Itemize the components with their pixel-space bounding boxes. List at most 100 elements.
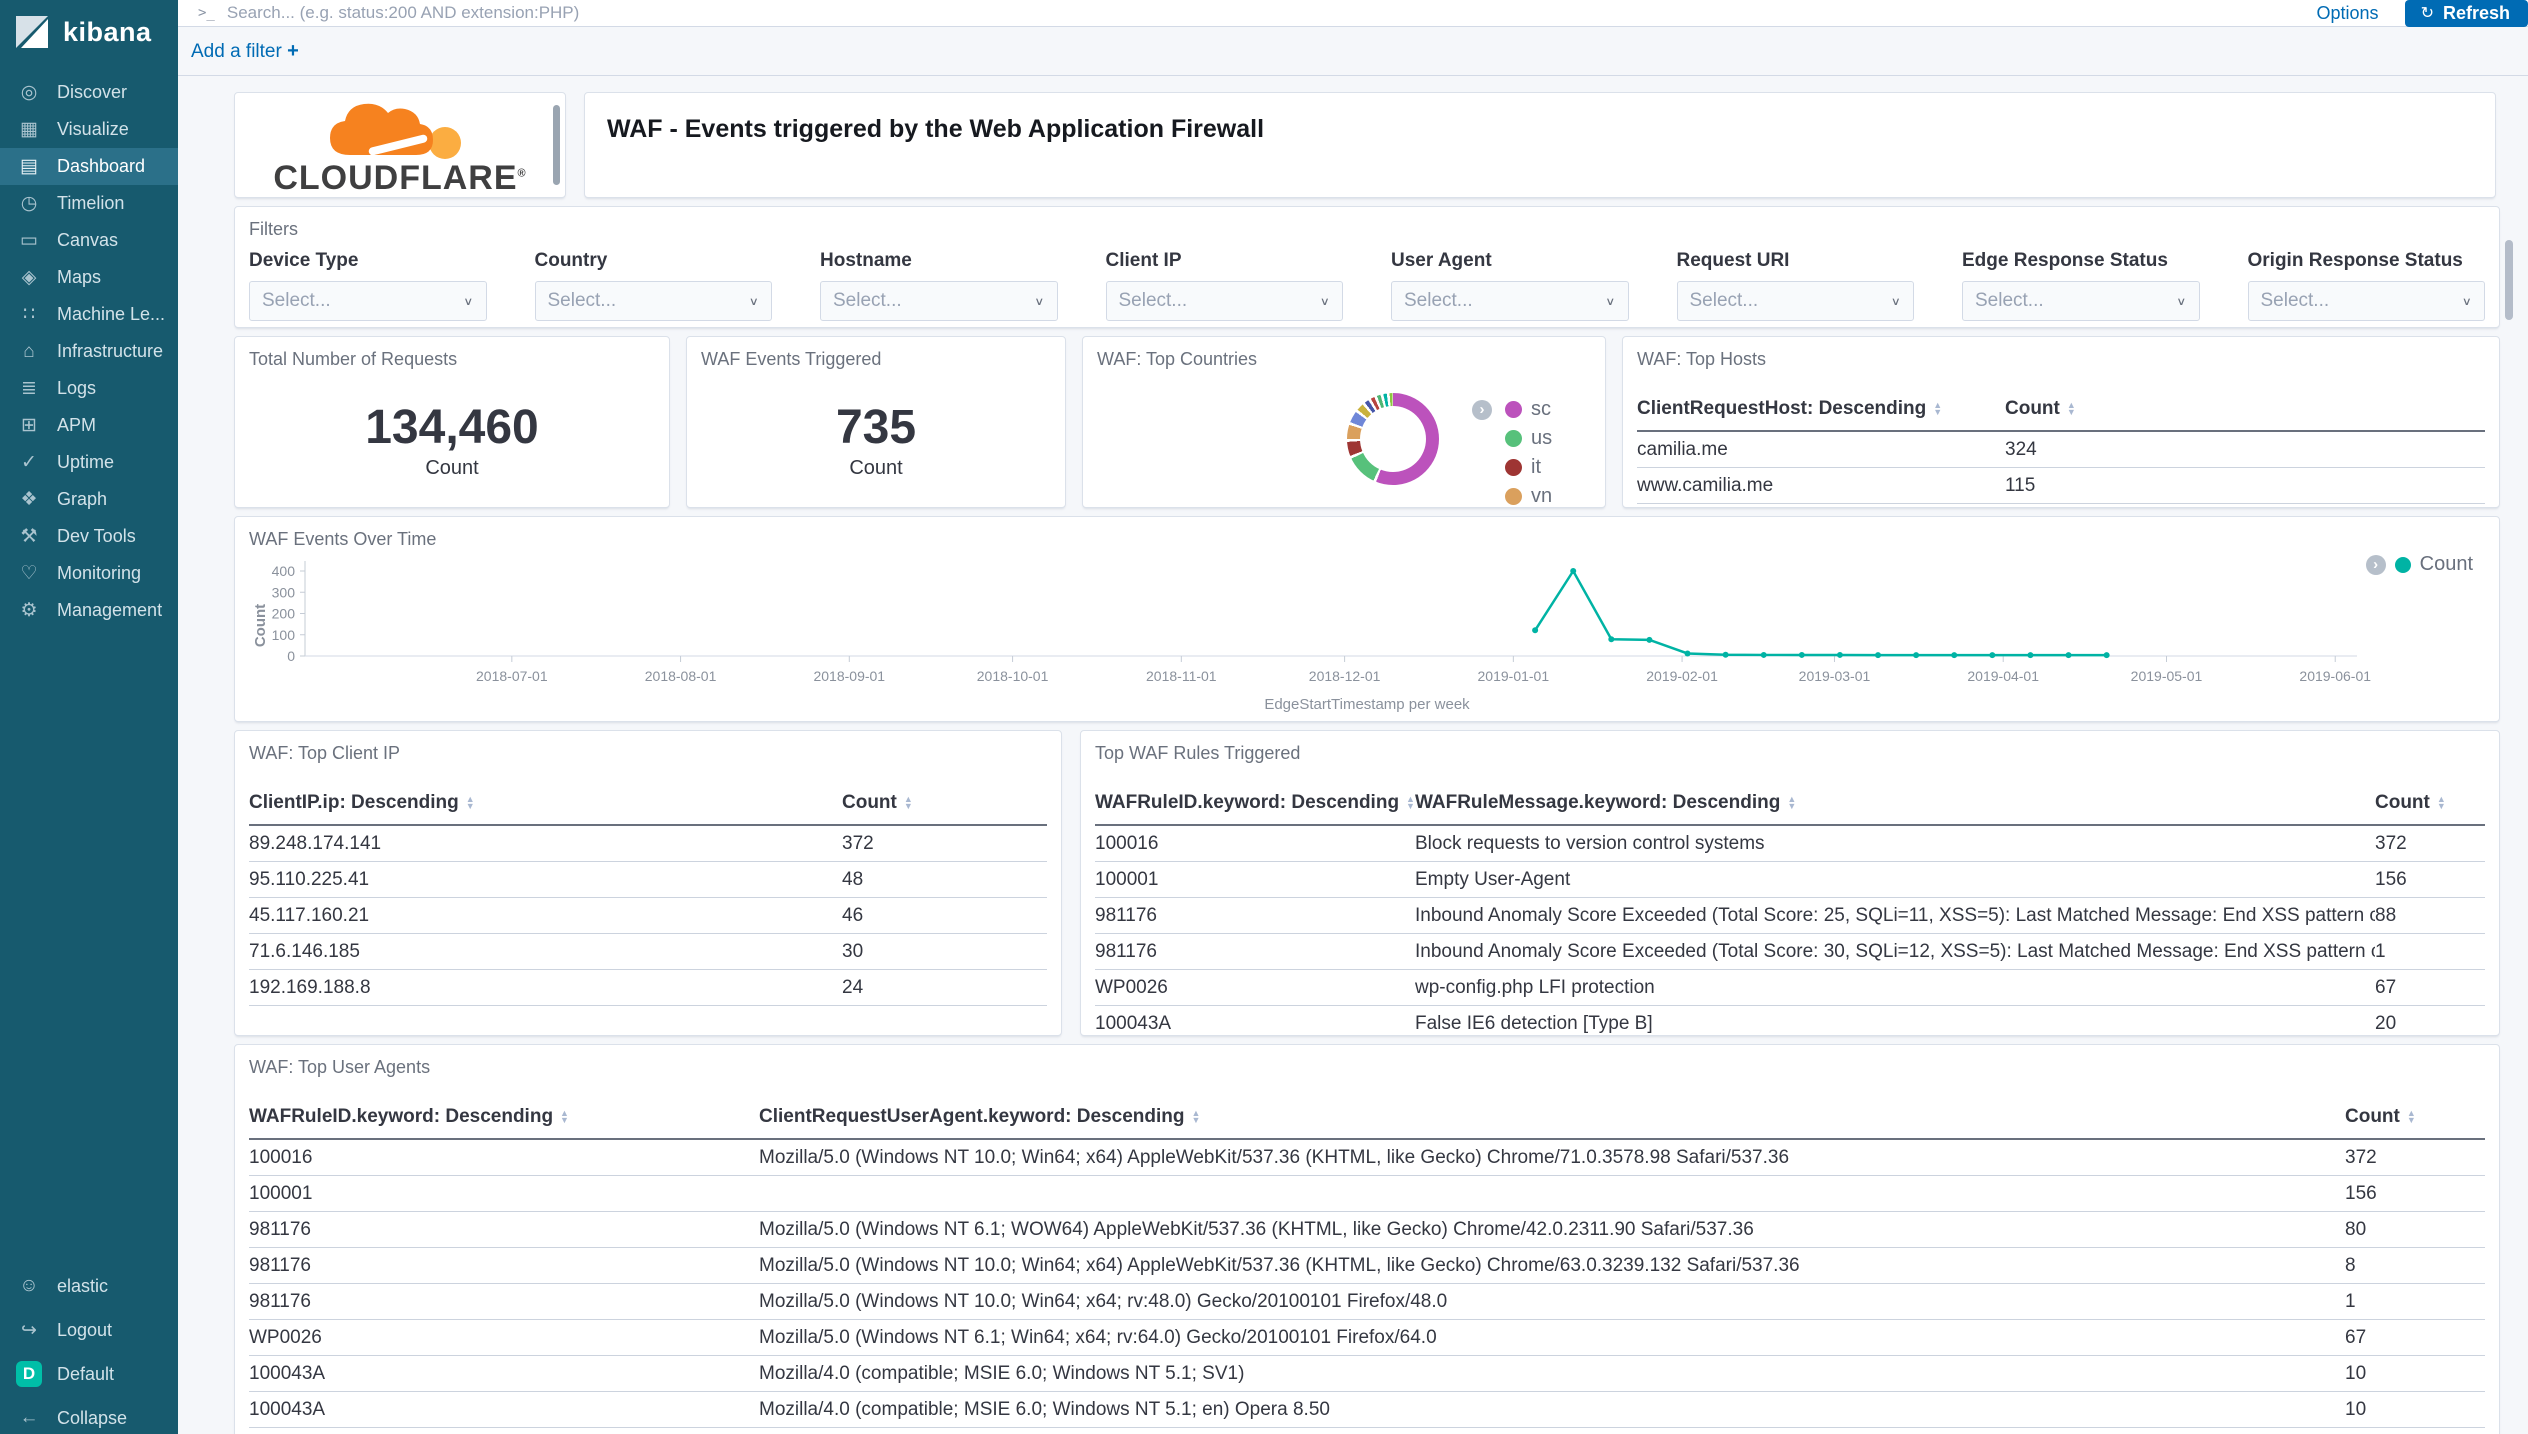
legend-item-it[interactable]: it — [1505, 453, 1552, 482]
table-cell: 100001 — [1095, 862, 1415, 898]
sidebar-item-dashboard[interactable]: ▤Dashboard — [0, 148, 178, 185]
column-header-count[interactable]: Count▲▼ — [2345, 1100, 2485, 1139]
svg-text:2018-08-01: 2018-08-01 — [645, 668, 717, 684]
sidebar-item-maps[interactable]: ◈Maps — [0, 259, 178, 296]
table-cell: 20 — [2375, 1006, 2485, 1037]
sidebar-item-logs[interactable]: ≣Logs — [0, 370, 178, 407]
legend-item-us[interactable]: us — [1505, 424, 1552, 453]
sidebar-item-machine-le[interactable]: ∷Machine Le... — [0, 296, 178, 333]
panel-dashboard-header: WAF - Events triggered by the Web Applic… — [584, 92, 2496, 198]
chevron-down-icon: ∨ — [2462, 294, 2472, 308]
column-header-clientrequesthost-descending[interactable]: ClientRequestHost: Descending▲▼ — [1637, 392, 2005, 431]
table-cell: wp-config.php LFI protection — [1415, 970, 2375, 1006]
column-header-count[interactable]: Count▲▼ — [2375, 786, 2485, 825]
panel-filters: Filters Device Type Select... ∨ Country … — [234, 206, 2500, 328]
kibana-logo[interactable]: kibana — [0, 0, 178, 64]
kibana-app: kibana ◎ Discover ▦Visualize▤Dashboard◷Tim… — [0, 0, 2528, 1434]
table-cell: 1 — [2345, 1284, 2485, 1320]
sidebar-item-graph[interactable]: ❖Graph — [0, 481, 178, 518]
time-chart-legend[interactable]: › Count — [2366, 553, 2473, 576]
add-filter-link[interactable]: Add a filter + — [191, 40, 299, 63]
table-row: www.camilia.me115 — [1637, 468, 2485, 504]
table-cell: Inbound Anomaly Score Exceeded (Total Sc… — [1415, 898, 2375, 934]
sidebar-item-logout[interactable]: ↪Logout — [0, 1308, 178, 1352]
compass-icon: ◎ — [16, 81, 42, 104]
sidebar-item-dev-tools[interactable]: ⚒Dev Tools — [0, 518, 178, 555]
filter-label: Edge Response Status — [1962, 250, 2200, 272]
events-over-time-chart[interactable]: 01002003004002018-07-012018-08-012018-09… — [249, 551, 2487, 701]
table-cell: 100016 — [249, 1139, 759, 1176]
panel-title: Top WAF Rules Triggered — [1081, 731, 2499, 770]
table-row: 95.110.225.4148 — [249, 862, 1047, 898]
chevron-down-icon: ∨ — [1320, 294, 1330, 308]
panel-title: WAF: Top Hosts — [1623, 337, 2499, 376]
filter-select-request-uri[interactable]: Select... ∨ — [1677, 281, 1915, 321]
filter-select-hostname[interactable]: Select... ∨ — [820, 281, 1058, 321]
filter-select-edge-response-status[interactable]: Select... ∨ — [1962, 281, 2200, 321]
sidebar-item-infrastructure[interactable]: ⌂Infrastructure — [0, 333, 178, 370]
sidebar-item-discover[interactable]: ◎ Discover — [0, 74, 178, 111]
search-input[interactable] — [215, 3, 2317, 23]
options-button[interactable]: Options — [2317, 3, 2379, 24]
filter-field-user-agent: User Agent Select... ∨ — [1391, 250, 1629, 321]
legend-expand-icon[interactable]: › — [1472, 400, 1492, 420]
sidebar-item-visualize[interactable]: ▦Visualize — [0, 111, 178, 148]
panel-waf-events-triggered: WAF Events Triggered 735 Count — [686, 336, 1066, 508]
sidebar-item-default[interactable]: DDefault — [0, 1352, 178, 1396]
legend-item-sc[interactable]: ›sc — [1505, 395, 1552, 424]
filter-label: Request URI — [1677, 250, 1915, 272]
sidebar-item-label: Timelion — [57, 193, 124, 214]
table-cell: 10 — [2345, 1356, 2485, 1392]
column-header-wafrulemessage-keyword-descending[interactable]: WAFRuleMessage.keyword: Descending▲▼ — [1415, 786, 2375, 825]
filter-select-country[interactable]: Select... ∨ — [535, 281, 773, 321]
sort-icon: ▲▼ — [2437, 796, 2446, 810]
column-header-count[interactable]: Count▲▼ — [842, 786, 1047, 825]
column-header-count[interactable]: Count▲▼ — [2005, 392, 2485, 431]
column-header-wafruleid-keyword-descending[interactable]: WAFRuleID.keyword: Descending▲▼ — [1095, 786, 1415, 825]
table-cell: 981176 — [249, 1284, 759, 1320]
legend-color-dot — [2395, 557, 2411, 573]
legend-label: us — [1531, 427, 1552, 450]
column-header-clientrequestuseragent-keyword-descending[interactable]: ClientRequestUserAgent.keyword: Descendi… — [759, 1100, 2345, 1139]
sidebar-item-management[interactable]: ⚙Management — [0, 592, 178, 629]
sidebar-item-label: Discover — [57, 82, 127, 103]
refresh-button[interactable]: ↻ Refresh — [2405, 0, 2528, 27]
panel-title: WAF: Top User Agents — [235, 1045, 2499, 1084]
countries-donut-chart[interactable] — [1347, 393, 1439, 485]
svg-text:300: 300 — [272, 584, 296, 600]
filter-select-client-ip[interactable]: Select... ∨ — [1106, 281, 1344, 321]
sidebar-item-uptime[interactable]: ✓Uptime — [0, 444, 178, 481]
filter-select-user-agent[interactable]: Select... ∨ — [1391, 281, 1629, 321]
sidebar-item-apm[interactable]: ⊞APM — [0, 407, 178, 444]
refresh-icon: ↻ — [2421, 3, 2434, 23]
sidebar-item-timelion[interactable]: ◷Timelion — [0, 185, 178, 222]
brand-name: kibana — [63, 17, 152, 48]
filter-select-device-type[interactable]: Select... ∨ — [249, 281, 487, 321]
table-row: 100043AMozilla/4.0 (compatible; MSIE 6.0… — [249, 1392, 2485, 1428]
metric-value: 134,460 — [235, 400, 669, 455]
graph-icon: ❖ — [16, 488, 42, 511]
sort-icon: ▲▼ — [560, 1110, 569, 1124]
sidebar-item-label: Logout — [57, 1320, 112, 1341]
sidebar-item-collapse[interactable]: ←Collapse — [0, 1396, 178, 1434]
column-header-clientip-ip-descending[interactable]: ClientIP.ip: Descending▲▼ — [249, 786, 842, 825]
svg-text:100: 100 — [272, 627, 296, 643]
filter-select-origin-response-status[interactable]: Select... ∨ — [2248, 281, 2486, 321]
panel-scrollbar[interactable] — [553, 105, 560, 185]
panel-title: WAF: Top Countries — [1083, 337, 1605, 376]
legend-expand-icon[interactable]: › — [2366, 555, 2386, 575]
filter-bar: Add a filter + — [178, 27, 2528, 76]
cloudflare-logo: CLOUDFLARE® — [235, 93, 565, 195]
legend-color-dot — [1505, 459, 1522, 476]
svg-text:2019-04-01: 2019-04-01 — [1967, 668, 2039, 684]
legend-item-vn[interactable]: vn — [1505, 482, 1552, 508]
sidebar-item-monitoring[interactable]: ♡Monitoring — [0, 555, 178, 592]
sidebar-item-canvas[interactable]: ▭Canvas — [0, 222, 178, 259]
table-cell: Mozilla/5.0 (Windows NT 6.1; WOW64) Appl… — [759, 1212, 2345, 1248]
metric-caption: Count — [235, 457, 669, 480]
sidebar-item-elastic[interactable]: ☺elastic — [0, 1264, 178, 1308]
page-scrollbar-thumb[interactable] — [2505, 240, 2513, 320]
column-header-wafruleid-keyword-descending[interactable]: WAFRuleID.keyword: Descending▲▼ — [249, 1100, 759, 1139]
dashboard-canvas: CLOUDFLARE® WAF - Events triggered by th… — [178, 76, 2528, 1434]
svg-text:2018-11-01: 2018-11-01 — [1146, 668, 1217, 684]
